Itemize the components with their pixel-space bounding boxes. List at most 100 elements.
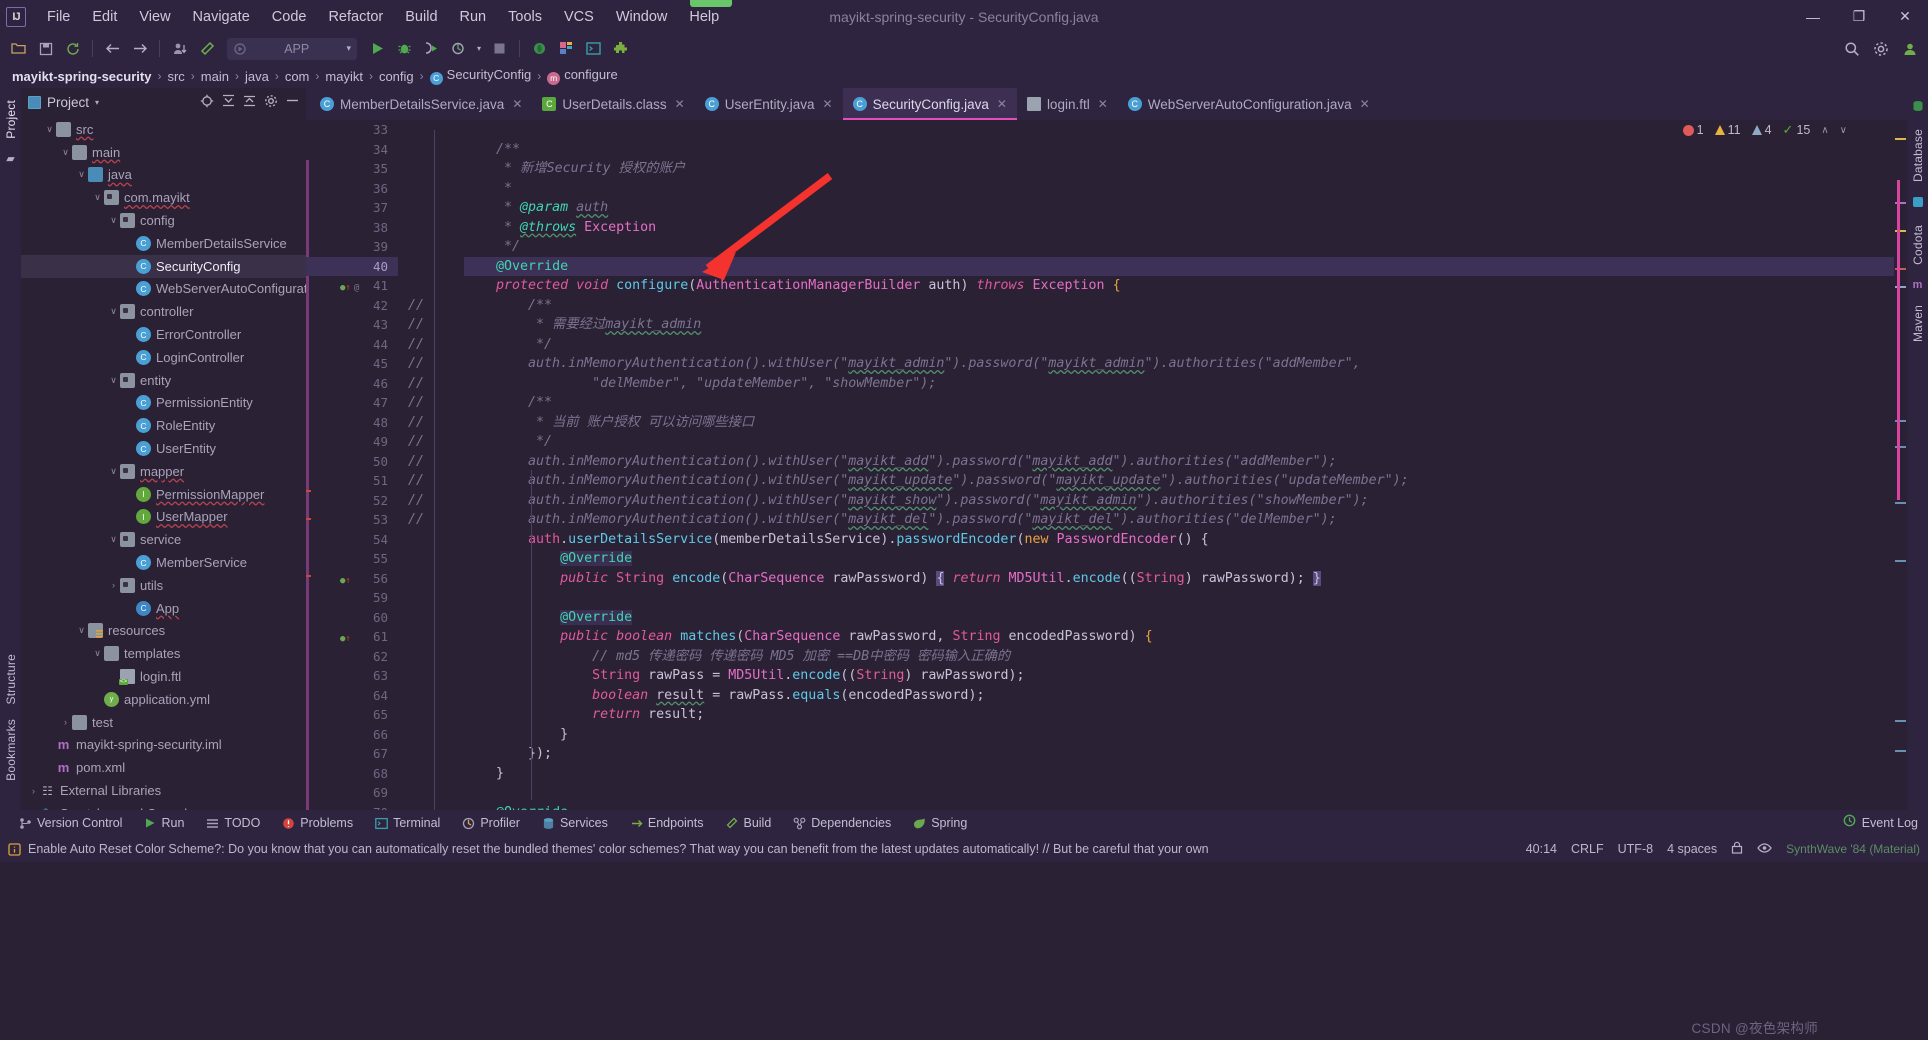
code-line-38[interactable]: * @throws Exception	[464, 218, 1894, 238]
forward-arrow-icon[interactable]	[127, 36, 152, 61]
gutter-line-36[interactable]: 36	[306, 179, 398, 199]
gutter-line-67[interactable]: 67	[306, 744, 398, 764]
code-line-46[interactable]: // "delMember", "updateMember", "showMem…	[408, 374, 1894, 394]
chevron-right-icon[interactable]: ›	[27, 786, 40, 796]
editor-tab-webserverautoconfiguration-java[interactable]: C WebServerAutoConfiguration.java ✕	[1118, 88, 1380, 120]
code-text-area[interactable]: /** * 新增Security 授权的账户 * * @param auth *…	[398, 120, 1894, 810]
code-line-67[interactable]: });	[464, 744, 1894, 764]
code-line-55[interactable]: @Override	[464, 549, 1894, 569]
close-tab-icon[interactable]: ✕	[823, 97, 833, 111]
code-line-34[interactable]: /**	[464, 140, 1894, 160]
bottom-bar-endpoints[interactable]: Endpoints	[619, 810, 715, 836]
gutter-line-52[interactable]: 52	[306, 491, 398, 511]
maven-small-icon[interactable]: m	[1913, 279, 1923, 291]
event-log-group[interactable]: Event Log	[1843, 814, 1918, 832]
tree-item-securityconfig[interactable]: C SecurityConfig	[21, 254, 306, 278]
code-line-39[interactable]: */	[464, 237, 1894, 257]
bottom-bar-services[interactable]: Services	[531, 810, 619, 836]
tree-item-roleentity[interactable]: C RoleEntity	[21, 414, 306, 437]
code-line-54[interactable]: auth.userDetailsService(memberDetailsSer…	[464, 530, 1894, 550]
breadcrumb-item-mayikt-spring-security[interactable]: mayikt-spring-security	[8, 69, 155, 84]
code-line-61[interactable]: public boolean matches(CharSequence rawP…	[464, 627, 1894, 647]
editor-tab-login-ftl[interactable]: login.ftl ✕	[1017, 88, 1118, 120]
search-everywhere-icon[interactable]	[1839, 36, 1864, 61]
line-separator[interactable]: CRLF	[1571, 842, 1604, 856]
code-line-43[interactable]: // * 需要经过mayikt_admin	[408, 315, 1894, 335]
tree-item-webserverautoconfiguration[interactable]: C WebServerAutoConfiguration	[21, 278, 306, 301]
close-tab-icon[interactable]: ✕	[675, 97, 685, 111]
tree-item-java[interactable]: ∨ java	[21, 164, 306, 187]
code-line-59[interactable]	[464, 588, 1894, 608]
tree-item-scratches-and-consoles[interactable]: ›✎Scratches and Consoles	[21, 802, 306, 810]
menu-item-window[interactable]: Window	[605, 5, 679, 29]
gutter-line-41[interactable]: 41 ●↑ @	[306, 276, 398, 296]
bottom-bar-terminal[interactable]: Terminal	[364, 810, 451, 836]
chevron-down-icon[interactable]: ∨	[107, 306, 120, 317]
gutter-line-64[interactable]: 64	[306, 686, 398, 706]
gutter-line-54[interactable]: 54	[306, 530, 398, 550]
tree-item-templates[interactable]: ∨ templates	[21, 642, 306, 665]
close-tab-icon[interactable]: ✕	[1360, 97, 1370, 111]
code-line-56[interactable]: public String encode(CharSequence rawPas…	[464, 569, 1894, 589]
code-line-48[interactable]: // * 当前 账户授权 可以访问哪些接口	[408, 413, 1894, 433]
breadcrumb-item-src[interactable]: src	[163, 69, 188, 84]
code-line-37[interactable]: * @param auth	[464, 198, 1894, 218]
tree-item-app[interactable]: C App	[21, 597, 306, 620]
locate-icon[interactable]	[200, 94, 214, 111]
breadcrumb-item-mayikt[interactable]: mayikt	[321, 69, 367, 84]
gutter-line-59[interactable]: 59	[306, 588, 398, 608]
tree-item-logincontroller[interactable]: C LoginController	[21, 346, 306, 369]
gutter-line-45[interactable]: 45	[306, 354, 398, 374]
tree-item-permissionentity[interactable]: C PermissionEntity	[21, 392, 306, 415]
bottom-bar-todo[interactable]: TODO	[195, 810, 271, 836]
gutter-line-61[interactable]: 61 ●↑	[306, 627, 398, 647]
code-line-33[interactable]	[464, 120, 1894, 140]
code-line-50[interactable]: // auth.inMemoryAuthentication().withUse…	[408, 452, 1894, 472]
menu-item-build[interactable]: Build	[394, 5, 448, 29]
code-line-65[interactable]: return result;	[464, 705, 1894, 725]
file-encoding[interactable]: UTF-8	[1618, 842, 1653, 856]
maximize-button[interactable]: ❐	[1836, 0, 1882, 33]
gutter-line-34[interactable]: 34	[306, 140, 398, 160]
bookmarks-small-icon[interactable]: ▰	[6, 152, 14, 165]
menu-item-code[interactable]: Code	[261, 5, 318, 29]
gutter-line-53[interactable]: 53	[306, 510, 398, 530]
code-line-63[interactable]: String rawPass = MD5Util.encode((String)…	[464, 666, 1894, 686]
open-folder-icon[interactable]	[6, 36, 31, 61]
gutter-line-70[interactable]: 70	[306, 803, 398, 811]
tree-item-controller[interactable]: ∨ controller	[21, 300, 306, 323]
tool-window-maven[interactable]: Maven	[1911, 299, 1925, 348]
inspection-eye-icon[interactable]	[1757, 842, 1772, 857]
editor-error-stripe[interactable]	[1894, 120, 1907, 810]
code-line-44[interactable]: // */	[408, 335, 1894, 355]
chevron-right-icon[interactable]: ›	[59, 717, 72, 727]
breadcrumb-item-java[interactable]: java	[241, 69, 273, 84]
code-line-69[interactable]	[464, 783, 1894, 803]
build-hammer-icon[interactable]	[194, 36, 219, 61]
breadcrumb-item-com[interactable]: com	[281, 69, 314, 84]
tree-item-memberservice[interactable]: C MemberService	[21, 551, 306, 574]
bottom-bar-problems[interactable]: Problems	[271, 810, 364, 836]
prev-highlight-icon[interactable]: ∧	[1821, 125, 1828, 136]
chevron-down-icon[interactable]: ▾	[346, 43, 351, 54]
run-coverage-icon[interactable]	[419, 36, 444, 61]
gutter-line-63[interactable]: 63	[306, 666, 398, 686]
back-arrow-icon[interactable]	[100, 36, 125, 61]
tree-item-mayikt-spring-security-iml[interactable]: m mayikt-spring-security.iml	[21, 734, 306, 757]
tool-window-bookmarks[interactable]: Bookmarks	[4, 713, 18, 787]
settings-gear-icon[interactable]	[264, 94, 278, 111]
chart-icon[interactable]	[554, 36, 579, 61]
tree-item-userentity[interactable]: C UserEntity	[21, 437, 306, 460]
save-icon[interactable]	[33, 36, 58, 61]
weak-warning-count[interactable]: 4	[1751, 123, 1772, 137]
code-line-36[interactable]: *	[464, 179, 1894, 199]
breadcrumb-item-configure[interactable]: m configure	[543, 67, 621, 85]
gutter-line-68[interactable]: 68	[306, 764, 398, 784]
next-highlight-icon[interactable]: ∨	[1840, 125, 1847, 136]
menu-item-file[interactable]: File	[36, 5, 81, 29]
gutter-line-43[interactable]: 43	[306, 315, 398, 335]
code-line-51[interactable]: // auth.inMemoryAuthentication().withUse…	[408, 471, 1894, 491]
tree-item-pom-xml[interactable]: m pom.xml	[21, 756, 306, 779]
tree-item-application-yml[interactable]: y application.yml	[21, 688, 306, 711]
editor-tab-userentity-java[interactable]: C UserEntity.java ✕	[695, 88, 843, 120]
